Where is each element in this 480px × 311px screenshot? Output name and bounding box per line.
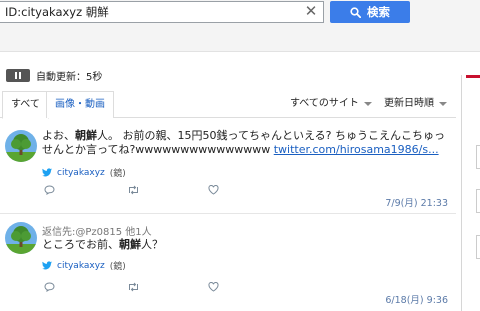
reply-to[interactable]: 返信先:@Pz0815 他1人 bbox=[42, 223, 152, 238]
post-text: ところでお前、朝鮮人？ bbox=[42, 238, 163, 251]
sidebar-widget[interactable] bbox=[476, 235, 480, 259]
author-username[interactable]: cityakaxyz bbox=[57, 261, 105, 271]
list-item: 返信先:@Pz0815 他1人 ところでお前、朝鮮人？ cityakaxyz (… bbox=[0, 214, 456, 311]
list-item: よお、朝鮮人。 お前の親、15円50銭ってちゃんといえる? ちゅうこえんこちゅっ… bbox=[0, 118, 456, 214]
post-timestamp[interactable]: 7/9(月) 21:33 bbox=[385, 195, 448, 209]
post-link[interactable]: twitter.com/hirosama1986/s... bbox=[274, 143, 439, 156]
search-bar: ID:cityakaxyz 朝鮮 ✕ 検索 bbox=[0, 0, 480, 52]
heart-icon[interactable] bbox=[208, 180, 219, 199]
twitter-bird-icon bbox=[42, 168, 52, 177]
sidebar-divider bbox=[461, 75, 462, 311]
tab-bar: すべて 画像・動画 すべてのサイト 更新日時順 bbox=[0, 91, 456, 119]
reply-icon[interactable] bbox=[44, 277, 55, 296]
pause-icon bbox=[15, 71, 17, 79]
search-icon bbox=[350, 6, 361, 18]
chevron-down-icon bbox=[439, 102, 447, 106]
retweet-icon[interactable] bbox=[127, 180, 140, 199]
sidebar-widget[interactable] bbox=[476, 189, 480, 213]
retweet-icon[interactable] bbox=[127, 277, 140, 296]
sidebar-widget[interactable] bbox=[476, 145, 480, 169]
tab-all[interactable]: すべて bbox=[2, 91, 49, 119]
sidebar-accent bbox=[466, 75, 480, 78]
post-timestamp[interactable]: 6/18(月) 9:36 bbox=[385, 292, 448, 306]
search-button-label: 検索 bbox=[367, 5, 390, 19]
sort-label: 更新日時順 bbox=[384, 98, 434, 109]
twitter-bird-icon bbox=[42, 261, 52, 270]
search-input[interactable]: ID:cityakaxyz 朝鮮 bbox=[0, 1, 324, 23]
post-actions bbox=[44, 180, 219, 199]
post-author: cityakaxyz (鏡) bbox=[42, 259, 126, 272]
sort-dropdown[interactable]: 更新日時順 bbox=[384, 91, 447, 117]
post-text: よお、朝鮮人。 お前の親、15円50銭ってちゃんといえる? ちゅうこえんこちゅっ… bbox=[42, 129, 445, 156]
post-actions bbox=[44, 277, 219, 296]
author-username[interactable]: cityakaxyz bbox=[57, 168, 105, 178]
post-author: cityakaxyz (鏡) bbox=[42, 166, 126, 179]
author-client: (鏡) bbox=[109, 169, 126, 179]
search-button[interactable]: 検索 bbox=[330, 1, 410, 23]
auto-update: 自動更新：5秒 bbox=[6, 68, 103, 83]
avatar[interactable] bbox=[5, 130, 37, 162]
tab-media[interactable]: 画像・動画 bbox=[46, 91, 114, 118]
close-icon[interactable]: ✕ bbox=[302, 3, 320, 21]
auto-update-label: 自動更新：5秒 bbox=[36, 71, 103, 83]
chevron-down-icon bbox=[363, 102, 372, 106]
site-filter-dropdown[interactable]: すべてのサイト bbox=[290, 91, 372, 117]
author-client: (鏡) bbox=[109, 262, 126, 272]
heart-icon[interactable] bbox=[208, 277, 219, 296]
avatar[interactable] bbox=[5, 222, 37, 254]
reply-icon[interactable] bbox=[44, 180, 55, 199]
site-filter-label: すべてのサイト bbox=[290, 98, 359, 109]
pause-button[interactable] bbox=[6, 68, 30, 82]
